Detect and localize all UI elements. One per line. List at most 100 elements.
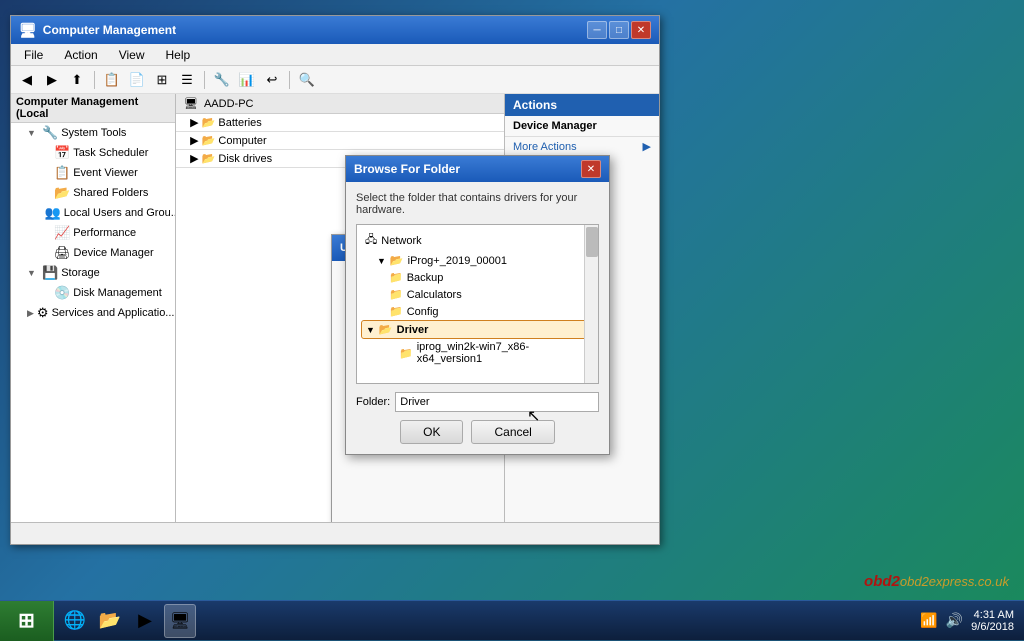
- toolbar-separator-2: [204, 71, 205, 89]
- expand-icon-device: [39, 248, 51, 258]
- tree-system-tools[interactable]: ▼ 🔧 System Tools: [11, 123, 175, 143]
- minimize-button[interactable]: ─: [587, 21, 607, 39]
- tree-shared-folders[interactable]: 📂 Shared Folders: [11, 183, 175, 203]
- browse-close-button[interactable]: ✕: [581, 160, 601, 178]
- expand-icon-services: ▶: [27, 308, 34, 319]
- driver-expand-icon: ▼: [366, 325, 375, 335]
- tree-disk-management[interactable]: 💿 Disk Management: [11, 283, 175, 303]
- device-manager-icon: 🖨: [54, 245, 71, 261]
- tree-storage[interactable]: ▼ 💾 Storage: [11, 263, 175, 283]
- main-window-title: Computer Management: [43, 23, 176, 37]
- tree-task-scheduler[interactable]: 📅 Task Scheduler: [11, 143, 175, 163]
- browse-ok-button[interactable]: OK: [400, 420, 463, 444]
- more-actions-item[interactable]: More Actions ▶: [505, 137, 659, 156]
- driver-label: Driver: [397, 324, 429, 336]
- computer-management-icon: 🖥: [19, 22, 37, 39]
- batteries-item[interactable]: ▶ 📂 Batteries: [176, 114, 504, 132]
- more-actions-arrow: ▶: [643, 140, 651, 153]
- ie-icon[interactable]: 🌐: [59, 604, 91, 638]
- disk-management-icon: 💿: [54, 285, 70, 301]
- menu-file[interactable]: File: [16, 46, 51, 64]
- folder-network[interactable]: 🖧 Network: [361, 229, 594, 252]
- toolbar-btn-6[interactable]: 📊: [236, 69, 258, 91]
- windows-logo-icon: ⊞: [18, 608, 35, 633]
- menu-view[interactable]: View: [111, 46, 153, 64]
- status-bar: [11, 522, 659, 544]
- folder-tree-scrollbar[interactable]: [584, 225, 598, 383]
- tree-services[interactable]: ▶ ⚙ Services and Applicatio...: [11, 303, 175, 323]
- toolbar-separator-1: [94, 71, 95, 89]
- maximize-button[interactable]: □: [609, 21, 629, 39]
- main-titlebar: 🖥 Computer Management ─ □ ✕: [11, 16, 659, 44]
- config-label: Config: [407, 306, 439, 318]
- browse-controls: ✕: [581, 160, 601, 178]
- toolbar-btn-5[interactable]: 🔧: [211, 69, 233, 91]
- back-toolbar-btn[interactable]: ◀: [16, 69, 38, 91]
- folder-config[interactable]: 📁 Config: [361, 303, 594, 320]
- network-label: Network: [381, 235, 421, 247]
- tree-device-manager[interactable]: 🖨 Device Manager: [11, 243, 175, 263]
- browse-cancel-button[interactable]: Cancel: [471, 420, 554, 444]
- folder-label: Folder:: [356, 396, 390, 408]
- tree-performance[interactable]: 📈 Performance: [11, 223, 175, 243]
- browse-folder-dialog: Browse For Folder ✕ Select the folder th…: [345, 155, 610, 455]
- version-icon: 📁: [399, 347, 413, 360]
- media-icon[interactable]: ▶: [129, 604, 161, 638]
- view4-btn[interactable]: ☰: [176, 69, 198, 91]
- device-manager-label: Device Manager: [74, 247, 154, 259]
- actions-header: Actions: [505, 94, 659, 116]
- scrollbar-thumb: [586, 227, 598, 257]
- system-tools-icon: 🔧: [42, 125, 58, 141]
- event-viewer-icon: 📋: [54, 165, 70, 181]
- start-button[interactable]: ⊞: [0, 601, 54, 641]
- tree-header: Computer Management (Local: [11, 94, 175, 123]
- folder-backup[interactable]: 📁 Backup: [361, 269, 594, 286]
- view3-btn[interactable]: ⊞: [151, 69, 173, 91]
- folder-name-input[interactable]: [395, 392, 599, 412]
- tree-root-label: Computer Management (Local: [16, 96, 138, 120]
- close-button[interactable]: ✕: [631, 21, 651, 39]
- system-tools-label: System Tools: [61, 127, 126, 139]
- expand-iprog: ▼: [377, 256, 386, 266]
- taskbar-right: 📶 🔊 4:31 AM 9/6/2018: [910, 609, 1024, 633]
- aadd-pc-icon: 🖥: [184, 97, 198, 110]
- storage-icon: 💾: [42, 265, 58, 281]
- folder-driver[interactable]: ▼ 📂 Driver: [361, 320, 594, 339]
- explorer-icon[interactable]: 📂: [94, 604, 126, 638]
- watermark: obd2obd2express.co.uk: [864, 573, 1009, 590]
- menu-action[interactable]: Action: [56, 46, 105, 64]
- disk-management-label: Disk Management: [73, 287, 162, 299]
- view2-btn[interactable]: 📄: [126, 69, 148, 91]
- forward-toolbar-btn[interactable]: ▶: [41, 69, 63, 91]
- folder-iprog[interactable]: ▼ 📂 iProg+_2019_00001: [361, 252, 594, 269]
- services-label: Services and Applicatio...: [52, 307, 175, 319]
- more-actions-label: More Actions: [513, 141, 577, 153]
- expand-icon-disk: [39, 288, 51, 298]
- toolbar-btn-7[interactable]: ↩: [261, 69, 283, 91]
- task-scheduler-icon: 📅: [54, 145, 70, 161]
- tree-local-users[interactable]: 👥 Local Users and Grou...: [11, 203, 175, 223]
- task-scheduler-label: Task Scheduler: [73, 147, 148, 159]
- aadd-pc-label: AADD-PC: [204, 98, 254, 110]
- toolbar-separator-3: [289, 71, 290, 89]
- computer-item[interactable]: ▶ 📂 Computer: [176, 132, 504, 150]
- clock: 4:31 AM 9/6/2018: [971, 609, 1014, 633]
- expand-icon-shared: [39, 188, 51, 198]
- backup-icon: 📁: [389, 271, 403, 284]
- folder-name-row: Folder:: [356, 392, 599, 412]
- iprog-label: iProg+_2019_00001: [408, 255, 507, 267]
- config-icon: 📁: [389, 305, 403, 318]
- menu-help[interactable]: Help: [158, 46, 199, 64]
- folder-iprog-version[interactable]: 📁 iprog_win2k-win7_x86-x64_version1: [361, 339, 594, 367]
- calc-label: Calculators: [407, 289, 462, 301]
- local-users-label: Local Users and Grou...: [64, 207, 176, 219]
- folder-tree[interactable]: 🖧 Network ▼ 📂 iProg+_2019_00001 📁 Backup…: [356, 224, 599, 384]
- toolbar-btn-8[interactable]: 🔍: [296, 69, 318, 91]
- computer-mgmt-taskbar-icon[interactable]: 🖥: [164, 604, 196, 638]
- tree-event-viewer[interactable]: 📋 Event Viewer: [11, 163, 175, 183]
- folder-calculators[interactable]: 📁 Calculators: [361, 286, 594, 303]
- backup-label: Backup: [407, 272, 444, 284]
- storage-label: Storage: [61, 267, 100, 279]
- view1-btn[interactable]: 📋: [101, 69, 123, 91]
- up-toolbar-btn[interactable]: ⬆: [66, 69, 88, 91]
